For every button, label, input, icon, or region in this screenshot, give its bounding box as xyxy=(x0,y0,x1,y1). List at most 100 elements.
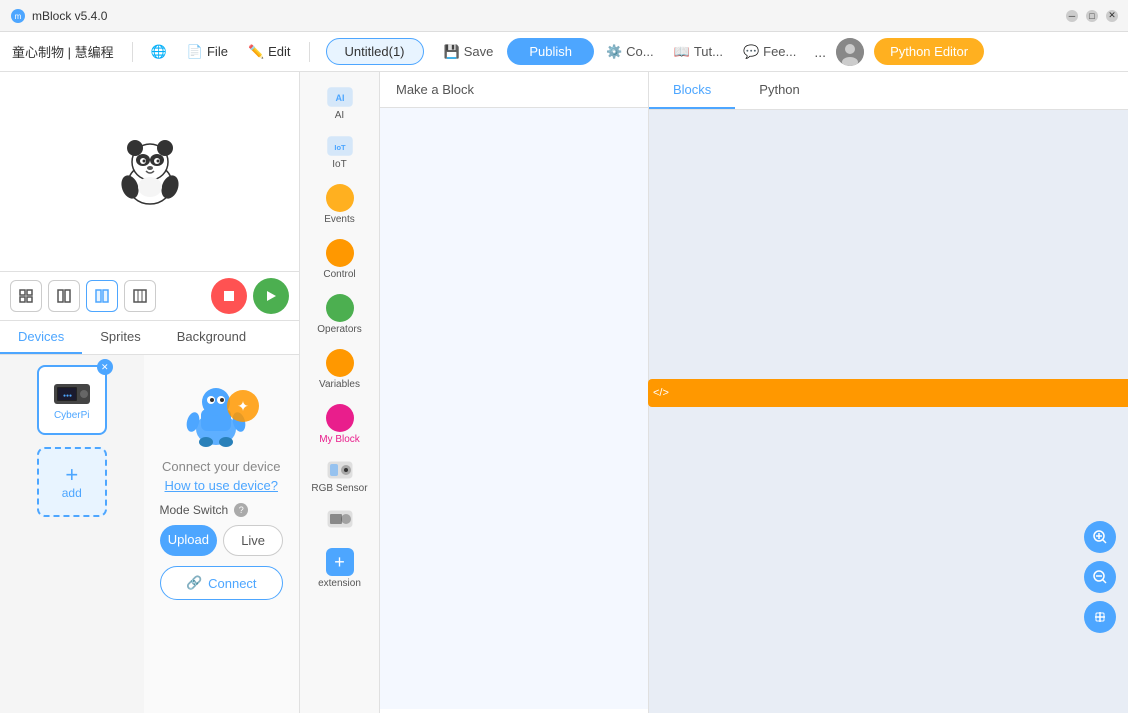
tab-blocks[interactable]: Blocks xyxy=(649,72,735,109)
category-cyberpi[interactable] xyxy=(304,502,376,538)
extension-plus-icon: + xyxy=(326,548,354,576)
connect-device-button[interactable]: 🔗 Connect xyxy=(160,566,284,600)
rgb-sensor-icon xyxy=(326,459,354,481)
add-device-button[interactable]: + add xyxy=(37,447,107,517)
go-button[interactable] xyxy=(253,278,289,314)
iot-label: IoT xyxy=(332,159,346,170)
control-dot xyxy=(326,239,354,267)
device-remove-button[interactable]: ✕ xyxy=(97,359,113,375)
events-label: Events xyxy=(324,214,355,225)
plus-icon: + xyxy=(65,464,78,486)
app-name: mBlock v5.4.0 xyxy=(32,9,107,23)
svg-text:●●●: ●●● xyxy=(63,393,72,399)
svg-text:✦: ✦ xyxy=(237,398,249,414)
svg-text:IoT: IoT xyxy=(334,143,346,152)
live-button[interactable]: Live xyxy=(223,525,283,556)
mode-switch-help-icon[interactable]: ? xyxy=(234,503,248,517)
upload-button[interactable]: Upload xyxy=(160,525,218,556)
go-icon xyxy=(264,289,278,303)
tab-sprites[interactable]: Sprites xyxy=(82,321,158,354)
menu-bar: 童心制物 | 慧编程 🌐 📄 File ✏️ Edit Untitled(1) … xyxy=(0,32,1128,72)
category-operators[interactable]: Operators xyxy=(304,288,376,341)
fullscreen-button[interactable] xyxy=(10,280,42,312)
stop-button[interactable] xyxy=(211,278,247,314)
code-view-button[interactable] xyxy=(86,280,118,312)
category-rgb-sensor[interactable]: RGB Sensor xyxy=(304,453,376,500)
code-canvas xyxy=(649,110,1128,713)
variables-label: Variables xyxy=(319,379,360,390)
zoom-out-button[interactable] xyxy=(1084,561,1116,593)
python-editor-button[interactable]: Python Editor xyxy=(874,38,984,65)
save-button[interactable]: 💾 Save xyxy=(434,40,504,64)
panda-sprite xyxy=(110,132,190,212)
main-layout: Devices Sprites Background ✕ xyxy=(0,72,1128,713)
operators-label: Operators xyxy=(317,324,361,335)
minimize-button[interactable]: ─ xyxy=(1066,10,1078,22)
stage-canvas xyxy=(0,72,299,272)
edit-icon: ✏️ xyxy=(248,44,264,60)
tab-background[interactable]: Background xyxy=(159,321,264,354)
xml-badge[interactable]: </> xyxy=(648,379,1128,407)
project-name-button[interactable]: Untitled(1) xyxy=(326,38,424,65)
cyberpi-device-icon: ●●● xyxy=(52,380,92,408)
connect-text: Connect your device xyxy=(162,459,281,474)
tutorial-button[interactable]: 📖 Tut... xyxy=(666,40,731,64)
upload-live-row: Upload Live xyxy=(160,525,284,556)
block-categories: AI AI IoT IoT Events Control xyxy=(300,72,380,713)
globe-menu-item[interactable]: 🌐 xyxy=(143,40,175,64)
edit-menu-item[interactable]: ✏️ Edit xyxy=(240,40,299,64)
add-label: add xyxy=(62,486,82,500)
category-myblock[interactable]: My Block xyxy=(304,398,376,451)
tab-python[interactable]: Python xyxy=(735,72,823,109)
device-connect-image: ✦ xyxy=(171,371,271,451)
grid-view-button[interactable] xyxy=(124,280,156,312)
close-button[interactable]: ✕ xyxy=(1106,10,1118,22)
rgb-sensor-label: RGB Sensor xyxy=(311,483,367,494)
code-tabs: Blocks Python xyxy=(649,72,1128,110)
menu-divider-1 xyxy=(132,42,133,62)
maximize-button[interactable]: □ xyxy=(1086,10,1098,22)
feedback-icon: 💬 xyxy=(743,44,759,60)
control-label: Control xyxy=(323,269,355,280)
category-ai[interactable]: AI AI xyxy=(304,80,376,127)
make-block-button[interactable]: Make a Block xyxy=(396,78,474,101)
block-area: Make a Block xyxy=(380,72,648,713)
svg-text:m: m xyxy=(15,12,22,21)
feedback-button[interactable]: 💬 Fee... xyxy=(735,40,804,64)
devices-list: ✕ ●●● CyberPi + add xyxy=(0,355,144,713)
variables-dot xyxy=(326,349,354,377)
code-tools xyxy=(1084,521,1116,633)
title-bar: m mBlock v5.4.0 ─ □ ✕ xyxy=(0,0,1128,32)
category-events[interactable]: Events xyxy=(304,178,376,231)
half-view-button[interactable] xyxy=(48,280,80,312)
extension-label: extension xyxy=(318,578,361,589)
menu-divider-2 xyxy=(309,42,310,62)
connect-menu-button[interactable]: ⚙️ Co... xyxy=(598,40,662,64)
center-button[interactable] xyxy=(1084,601,1116,633)
category-variables[interactable]: Variables xyxy=(304,343,376,396)
ai-label: AI xyxy=(335,110,344,121)
entity-tabs: Devices Sprites Background xyxy=(0,321,299,355)
events-dot xyxy=(326,184,354,212)
publish-button[interactable]: Publish xyxy=(507,38,594,65)
app-icon: m xyxy=(10,8,26,24)
category-iot[interactable]: IoT IoT xyxy=(304,129,376,176)
operators-dot xyxy=(326,294,354,322)
category-control[interactable]: Control xyxy=(304,233,376,286)
user-avatar[interactable] xyxy=(836,38,864,66)
iot-icon: IoT xyxy=(326,135,354,157)
stage-panel: Devices Sprites Background ✕ xyxy=(0,72,300,713)
more-button[interactable]: ... xyxy=(808,40,832,64)
file-menu-item[interactable]: 📄 File xyxy=(179,40,236,64)
stage-controls xyxy=(0,272,299,321)
tab-devices[interactable]: Devices xyxy=(0,321,82,354)
extension-button[interactable]: + extension xyxy=(304,544,376,593)
code-area: </> Blocks Python xyxy=(648,72,1128,713)
globe-icon: 🌐 xyxy=(151,44,167,60)
file-icon: 📄 xyxy=(187,44,203,60)
cyberpi-device-card[interactable]: ✕ ●●● CyberPi xyxy=(37,365,107,435)
cyberpi-category-icon xyxy=(326,508,354,530)
how-to-link[interactable]: How to use device? xyxy=(165,478,278,493)
zoom-in-button[interactable] xyxy=(1084,521,1116,553)
window-controls: ─ □ ✕ xyxy=(1066,10,1118,22)
